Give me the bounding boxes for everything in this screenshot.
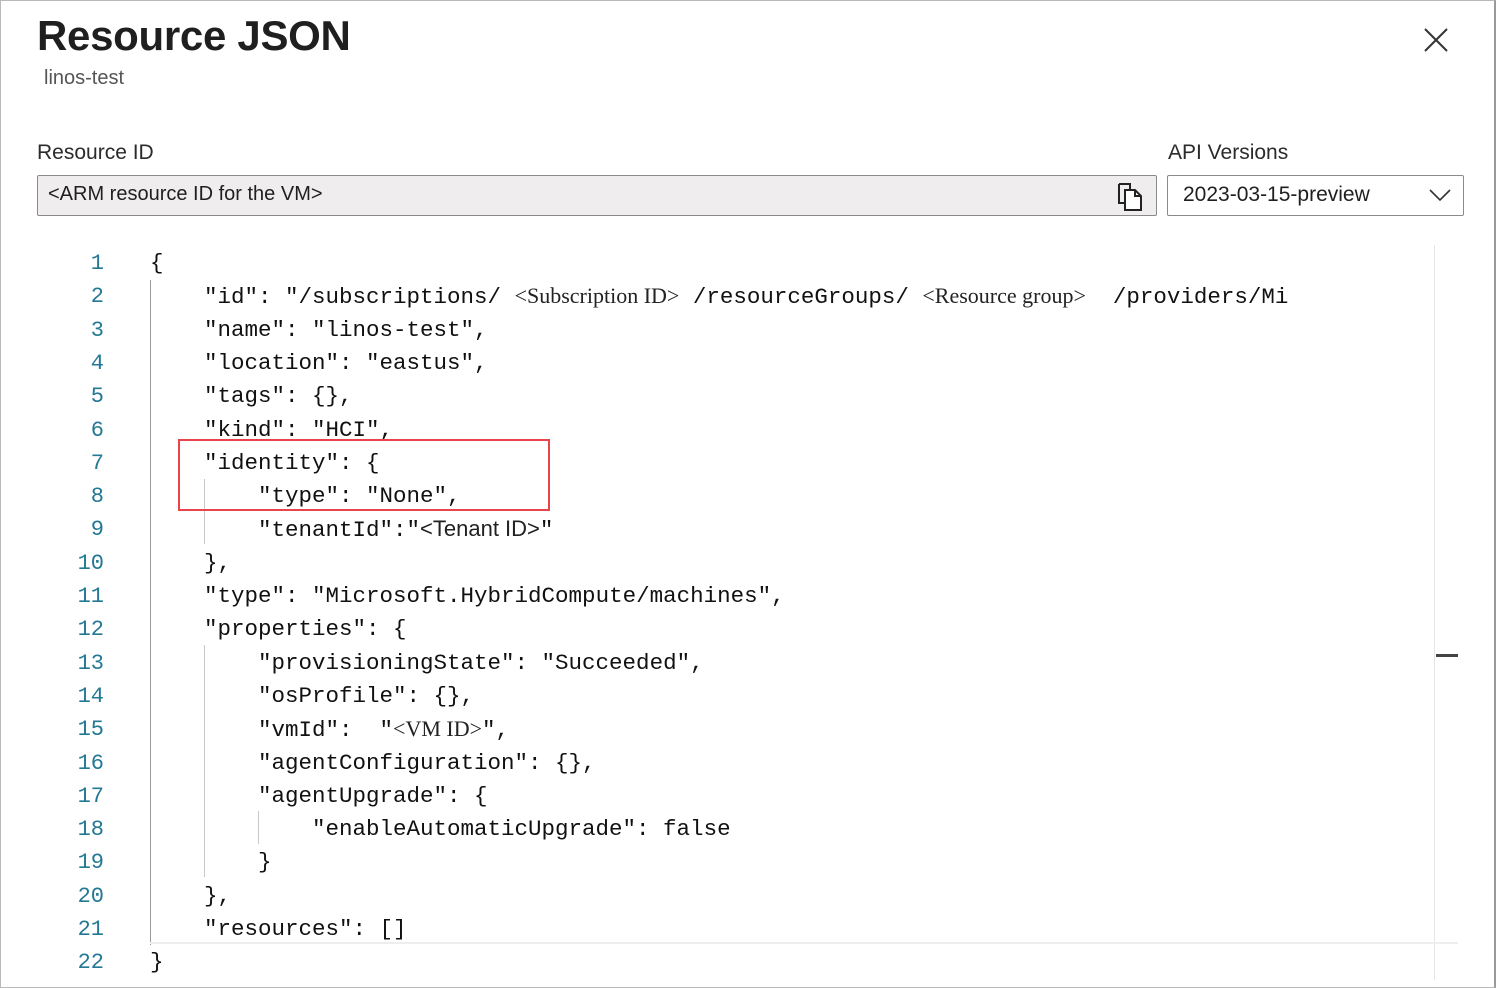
- placeholder-text: <VM ID>: [393, 716, 483, 742]
- json-token: }: [150, 949, 164, 976]
- api-versions-label: API Versions: [1168, 141, 1289, 164]
- code-text: },: [204, 550, 231, 576]
- json-token: "tags": {},: [204, 383, 353, 410]
- resource-name: linos-test: [44, 67, 125, 89]
- code-text: "location": "eastus",: [204, 350, 488, 376]
- resource-id-field[interactable]: <ARM resource ID for the VM>: [37, 175, 1157, 216]
- code-text: "vmId": "<VM ID>",: [258, 716, 509, 743]
- identity-highlight-box: [178, 439, 550, 511]
- line-number: 6: [90, 417, 104, 443]
- indent-guide: [258, 811, 259, 844]
- json-token: "tenantId":": [258, 517, 421, 544]
- code-text: "osProfile": {},: [258, 683, 474, 709]
- json-token: "id": "/subscriptions/: [204, 284, 515, 311]
- line-number: 22: [77, 950, 104, 976]
- line-number: 4: [90, 350, 104, 376]
- code-text: "id": "/subscriptions/ <Subscription ID>…: [204, 283, 1288, 310]
- json-token: "resources": []: [204, 916, 407, 942]
- line-number: 12: [77, 617, 104, 643]
- code-text: "tenantId":"<Tenant ID>": [258, 516, 553, 543]
- line-number: 15: [77, 717, 104, 743]
- resource-id-value: <ARM resource ID for the VM>: [48, 183, 323, 205]
- json-token: "enableAutomaticUpgrade": false: [312, 816, 731, 843]
- code-text: "type": "Microsoft.HybridCompute/machine…: [204, 583, 785, 609]
- code-text: "name": "linos-test",: [204, 317, 488, 343]
- json-token: "osProfile": {},: [258, 682, 475, 709]
- line-number: 11: [77, 584, 104, 609]
- json-token: /resourceGroups/: [679, 284, 923, 311]
- json-token: "provisioningState": "Succeeded",: [258, 649, 704, 676]
- code-text: }: [258, 849, 272, 875]
- json-token: },: [204, 549, 232, 576]
- json-token: ",: [482, 717, 510, 744]
- placeholder-text: <Resource group>: [922, 283, 1086, 309]
- line-number: 7: [90, 450, 104, 476]
- resource-id-label: Resource ID: [37, 141, 154, 164]
- code-text: "properties": {: [204, 616, 407, 642]
- json-token: "location": "eastus",: [204, 349, 488, 376]
- code-text: },: [204, 883, 231, 909]
- placeholder-text: <Subscription ID>: [514, 283, 680, 309]
- copy-icon[interactable]: [1116, 182, 1144, 212]
- json-editor[interactable]: 1 {2 "id": "/subscriptions/ <Subscription …: [0, 245, 1460, 980]
- line-number: 5: [90, 384, 104, 410]
- line-number: 20: [77, 883, 104, 909]
- code-text: "agentConfiguration": {},: [258, 750, 596, 776]
- line-number: 17: [77, 783, 104, 809]
- horizontal-scrollbar[interactable]: [150, 942, 1458, 944]
- line-number: 9: [90, 517, 104, 543]
- close-icon[interactable]: [1420, 24, 1452, 56]
- code-text: }: [150, 949, 164, 975]
- line-number: 2: [90, 284, 104, 310]
- json-token: },: [204, 882, 232, 909]
- line-number: 3: [90, 317, 104, 343]
- line-number: 8: [90, 484, 104, 510]
- line-number: 19: [77, 850, 104, 876]
- json-token: {: [150, 250, 164, 276]
- chevron-down-icon: [1429, 189, 1451, 202]
- page-title: Resource JSON: [37, 12, 351, 59]
- json-token: "properties": {: [204, 616, 407, 643]
- api-version-dropdown[interactable]: 2023-03-15-preview: [1167, 175, 1464, 216]
- line-number: 1: [90, 251, 104, 276]
- json-token: "vmId": ": [258, 717, 394, 744]
- line-number: 14: [77, 683, 104, 709]
- indent-guide: [204, 645, 205, 877]
- json-token: "name": "linos-test",: [204, 316, 488, 343]
- vertical-scrollbar[interactable]: [1434, 245, 1435, 980]
- json-token: "type": "Microsoft.HybridCompute/machine…: [204, 583, 785, 609]
- code-text: "enableAutomaticUpgrade": false: [312, 816, 731, 842]
- line-number: 10: [77, 550, 104, 576]
- line-number: 21: [77, 917, 104, 942]
- code-text: {: [150, 250, 164, 276]
- json-token: }: [258, 849, 272, 876]
- json-token: "agentConfiguration": {},: [258, 749, 596, 776]
- line-number: 13: [77, 650, 104, 676]
- json-token: ": [539, 517, 554, 544]
- json-token: /providers/Mi: [1085, 284, 1289, 311]
- code-text: "provisioningState": "Succeeded",: [258, 650, 704, 676]
- placeholder-text: <Tenant ID>: [420, 516, 540, 542]
- line-number: 18: [77, 817, 104, 843]
- json-token: "agentUpgrade": {: [258, 782, 488, 809]
- code-text: "agentUpgrade": {: [258, 783, 488, 809]
- line-number: 16: [77, 750, 104, 776]
- indent-guide: [150, 280, 151, 945]
- api-version-selected: 2023-03-15-preview: [1183, 183, 1370, 206]
- scrollbar-thumb[interactable]: [1436, 654, 1458, 657]
- code-text: "tags": {},: [204, 383, 353, 409]
- code-text: "resources": []: [204, 916, 407, 942]
